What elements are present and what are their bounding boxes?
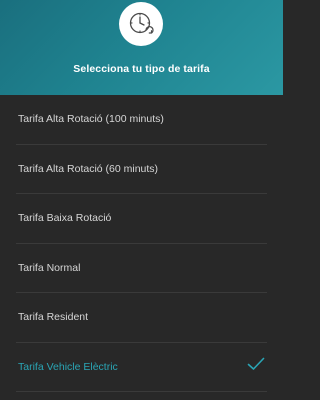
tariff-option-label: Tarifa Alta Rotació (100 minuts) (18, 113, 164, 125)
tariff-option[interactable]: Tarifa Resident (16, 293, 267, 343)
tariff-option[interactable]: Tarifa Alta Rotació (100 minuts) (16, 95, 267, 145)
tariff-option[interactable]: Tarifa Baixa Rotació (16, 194, 267, 244)
tariff-option[interactable]: Tarifa Alta Rotació (60 minuts) (16, 145, 267, 194)
tariff-option-label: Tarifa Vehicle Elèctric (18, 360, 118, 373)
header: Selecciona tu tipo de tarifa (0, 0, 283, 95)
checkmark-icon (247, 357, 265, 376)
tariff-option-label: Tarifa Alta Rotació (60 minuts) (18, 162, 159, 175)
tariff-option-label: Tarifa Resident (18, 311, 89, 323)
tariff-option[interactable]: Tarifa Vehicle Elèctric (16, 343, 267, 392)
clock-icon (119, 2, 163, 46)
page-title: Selecciona tu tipo de tarifa (73, 63, 210, 75)
tariff-list: Tarifa Alta Rotació (100 minuts) Tarifa A… (0, 95, 283, 392)
tariff-option[interactable]: Tarifa Normal (16, 244, 267, 293)
tariff-option-label: Tarifa Baixa Rotació (18, 212, 112, 224)
tariff-option-label: Tarifa Normal (18, 261, 81, 274)
